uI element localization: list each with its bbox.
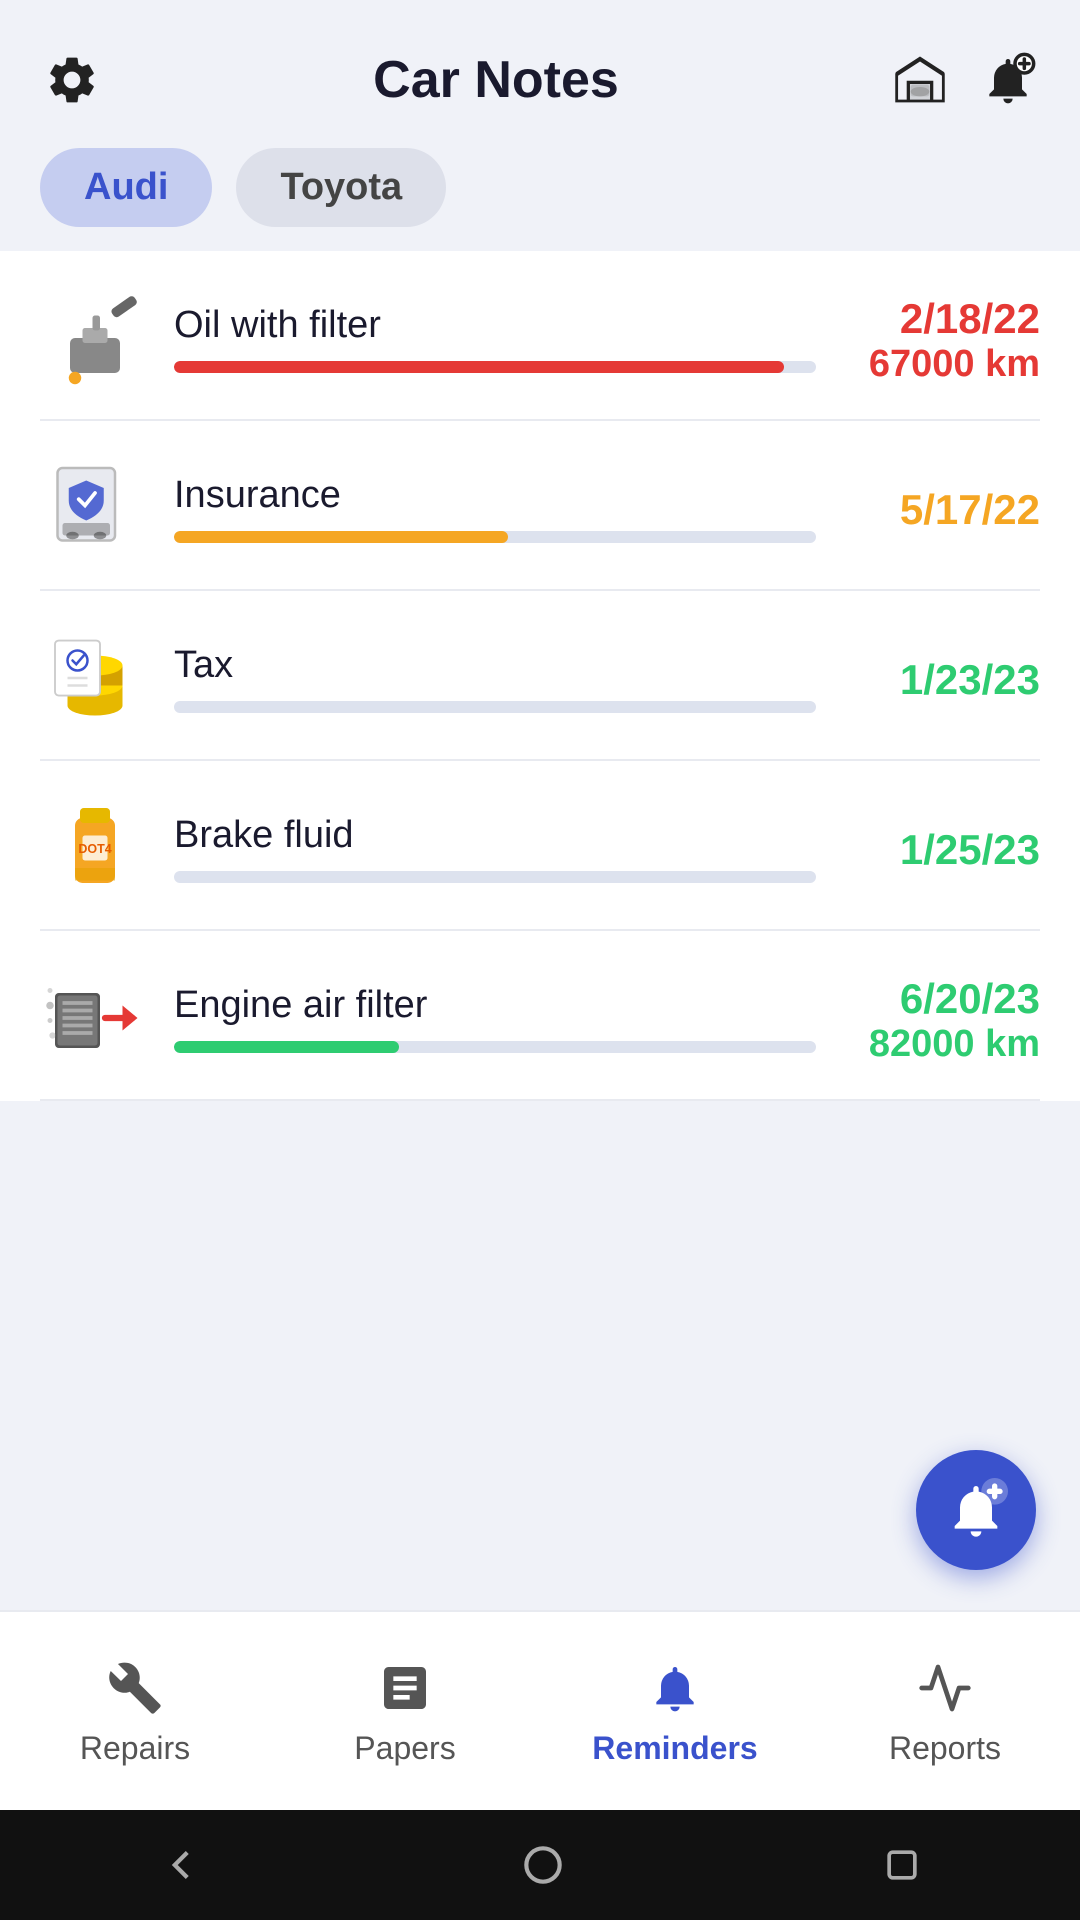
bottom-nav: Repairs Papers Reminders Reports — [0, 1610, 1080, 1810]
reminder-icon-insurance — [40, 453, 150, 563]
progress-bar-tax — [174, 701, 816, 713]
nav-repairs[interactable]: Repairs — [0, 1612, 270, 1810]
reminder-date-tax: 1/23/23 — [900, 652, 1040, 704]
reminders-list: Oil with filter 2/18/22 67000 km — [0, 251, 1080, 1101]
reminder-date-oil: 2/18/22 — [900, 291, 1040, 343]
reminder-content-engine-air-filter: Engine air filter — [150, 984, 840, 1053]
papers-label: Papers — [354, 1730, 455, 1767]
svg-text:DOT4: DOT4 — [78, 842, 111, 856]
reminder-content-brake-fluid: Brake fluid — [150, 814, 840, 883]
repairs-label: Repairs — [80, 1730, 190, 1767]
reminders-label: Reminders — [592, 1730, 757, 1767]
nav-reports[interactable]: Reports — [810, 1612, 1080, 1810]
nav-papers[interactable]: Papers — [270, 1612, 540, 1810]
papers-icon — [373, 1656, 437, 1720]
reminder-name-oil: Oil with filter — [174, 304, 816, 347]
reminder-name-insurance: Insurance — [174, 474, 816, 517]
reminder-date-engine-air-filter: 6/20/23 — [900, 971, 1040, 1023]
reminder-date-insurance: 5/17/22 — [900, 482, 1040, 534]
reports-label: Reports — [889, 1730, 1001, 1767]
reminder-item-oil[interactable]: Oil with filter 2/18/22 67000 km — [0, 251, 1080, 421]
recents-button[interactable] — [880, 1843, 924, 1887]
car-tabs: Audi Toyota — [0, 132, 1080, 251]
reminder-date-wrap-insurance: 5/17/22 — [840, 482, 1040, 534]
tab-toyota[interactable]: Toyota — [236, 148, 446, 227]
reminders-icon — [643, 1656, 707, 1720]
android-nav-bar — [0, 1810, 1080, 1920]
divider-engine-air-filter — [40, 1099, 1040, 1101]
reminder-icon-tax — [40, 623, 150, 733]
progress-bar-brake-fluid — [174, 871, 816, 883]
repairs-icon — [103, 1656, 167, 1720]
reminder-name-engine-air-filter: Engine air filter — [174, 984, 816, 1027]
reminder-item-tax[interactable]: Tax 1/23/23 — [0, 591, 1080, 761]
add-reminder-header-icon[interactable] — [976, 48, 1040, 112]
reminder-content-tax: Tax — [150, 644, 840, 713]
reports-icon — [913, 1656, 977, 1720]
add-reminder-fab[interactable] — [916, 1450, 1036, 1570]
garage-icon[interactable] — [888, 48, 952, 112]
reminder-name-tax: Tax — [174, 644, 816, 687]
reminder-date-wrap-oil: 2/18/22 67000 km — [840, 291, 1040, 386]
tab-audi[interactable]: Audi — [40, 148, 212, 227]
reminder-content-oil: Oil with filter — [150, 304, 840, 373]
progress-bar-oil — [174, 361, 816, 373]
header-actions — [888, 48, 1040, 112]
home-button[interactable] — [518, 1840, 568, 1890]
header: Car Notes — [0, 0, 1080, 132]
reminder-km-oil: 67000 km — [869, 343, 1040, 386]
back-button[interactable] — [156, 1840, 206, 1890]
progress-bar-insurance — [174, 531, 816, 543]
reminder-item-engine-air-filter[interactable]: Engine air filter 6/20/23 82000 km — [0, 931, 1080, 1101]
reminder-item-brake-fluid[interactable]: DOT4 Brake fluid 1/25/23 — [0, 761, 1080, 931]
reminder-date-wrap-brake-fluid: 1/25/23 — [840, 822, 1040, 874]
settings-icon[interactable] — [40, 48, 104, 112]
reminder-name-brake-fluid: Brake fluid — [174, 814, 816, 857]
reminder-date-wrap-engine-air-filter: 6/20/23 82000 km — [840, 971, 1040, 1066]
reminder-date-brake-fluid: 1/25/23 — [900, 822, 1040, 874]
reminder-item-insurance[interactable]: Insurance 5/17/22 — [0, 421, 1080, 591]
app-title: Car Notes — [104, 50, 888, 110]
reminder-icon-brake-fluid: DOT4 — [40, 793, 150, 903]
reminder-icon-engine-air-filter — [40, 963, 150, 1073]
reminder-content-insurance: Insurance — [150, 474, 840, 543]
progress-bar-engine-air-filter — [174, 1041, 816, 1053]
nav-reminders[interactable]: Reminders — [540, 1612, 810, 1810]
reminder-icon-oil — [40, 283, 150, 393]
reminder-km-engine-air-filter: 82000 km — [869, 1023, 1040, 1066]
reminder-date-wrap-tax: 1/23/23 — [840, 652, 1040, 704]
